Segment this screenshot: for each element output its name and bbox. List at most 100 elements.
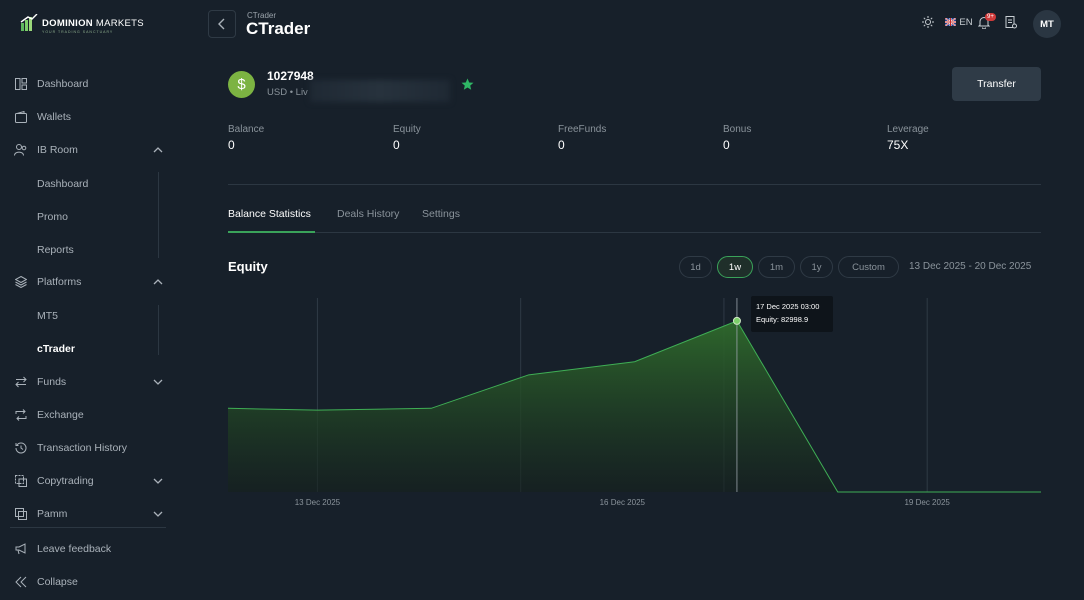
megaphone-icon: [14, 543, 27, 556]
chevron-down-icon[interactable]: [152, 475, 164, 487]
sidebar-item-wallets[interactable]: Wallets: [14, 107, 166, 127]
copytrading-icon: [14, 475, 27, 488]
sidebar-item-label: Wallets: [37, 111, 72, 123]
transfer-icon: [14, 376, 27, 389]
sidebar-item-pamm[interactable]: Pamm: [14, 504, 166, 524]
equity-area: [228, 320, 1041, 492]
stat-freefunds: FreeFunds 0: [558, 124, 606, 152]
chevron-left-icon: [218, 18, 225, 30]
stat-equity: Equity 0: [393, 124, 421, 152]
dashboard-icon: [14, 78, 27, 91]
redacted-area: [310, 80, 450, 102]
sidebar-item-transaction-history[interactable]: Transaction History: [14, 438, 166, 458]
users-icon: [14, 144, 27, 157]
history-icon: [14, 442, 27, 455]
logo-icon: [20, 14, 38, 31]
chevron-up-icon[interactable]: [152, 144, 164, 156]
stat-label: Leverage: [887, 124, 929, 135]
exchange-icon: [14, 409, 27, 422]
sidebar-item-label: Transaction History: [37, 442, 128, 454]
sidebar-item-exchange[interactable]: Exchange: [14, 405, 166, 425]
sidebar-subitem-mt5[interactable]: MT5: [37, 310, 58, 322]
period-custom-button[interactable]: Custom: [838, 256, 899, 278]
sidebar-item-label: IB Room: [37, 144, 78, 156]
sidebar-item-label: Copytrading: [37, 475, 94, 487]
tab-balance-statistics[interactable]: Balance Statistics: [228, 208, 311, 220]
back-button[interactable]: [208, 10, 236, 38]
stat-label: Balance: [228, 124, 265, 135]
tab-deals-history[interactable]: Deals History: [337, 208, 399, 220]
x-tick-label: 16 Dec 2025: [600, 498, 646, 507]
period-1d-button[interactable]: 1d: [679, 256, 712, 278]
stat-value: 0: [558, 138, 565, 152]
stat-balance: Balance 0: [228, 124, 264, 152]
equity-title: Equity: [228, 259, 268, 274]
sidebar-item-label: Platforms: [37, 276, 82, 288]
brand-name: DOMINION MARKETS: [42, 17, 144, 29]
tab-settings[interactable]: Settings: [422, 208, 460, 220]
pamm-icon: [14, 508, 27, 521]
sidebar-item-label: Collapse: [37, 576, 78, 588]
brand-tagline: YOUR TRADING SANCTUARY: [42, 30, 114, 34]
highlight-point: [732, 316, 741, 325]
uk-flag-icon: [945, 18, 957, 26]
document-icon: [1005, 15, 1017, 28]
star-icon[interactable]: [461, 78, 474, 91]
dollar-icon: $: [228, 71, 255, 98]
chevron-up-icon[interactable]: [152, 276, 164, 288]
sun-icon: [922, 16, 934, 28]
documents-button[interactable]: [1004, 15, 1018, 29]
period-1w-button[interactable]: 1w: [717, 256, 753, 278]
section-divider: [228, 184, 1041, 185]
sidebar-item-label: Funds: [37, 376, 67, 388]
period-1y-button[interactable]: 1y: [800, 256, 833, 278]
sidebar-subitem-ib-dashboard[interactable]: Dashboard: [37, 178, 88, 190]
theme-toggle-button[interactable]: [921, 15, 935, 29]
language-selector[interactable]: EN: [944, 15, 974, 29]
layers-icon: [14, 276, 27, 289]
date-range: 13 Dec 2025 - 20 Dec 2025: [909, 261, 1032, 272]
stat-value: 0: [228, 138, 235, 152]
sidebar-item-label: Exchange: [37, 409, 84, 421]
sidebar-item-dashboard[interactable]: Dashboard: [14, 74, 166, 94]
stat-value: 75X: [887, 138, 909, 152]
stat-label: FreeFunds: [558, 124, 607, 135]
active-tab-indicator: [228, 231, 315, 233]
stat-label: Bonus: [723, 124, 752, 135]
account-number: 1027948: [267, 69, 314, 83]
transfer-button[interactable]: Transfer: [952, 67, 1041, 101]
sidebar-item-label: Dashboard: [37, 78, 89, 90]
x-tick-label: 19 Dec 2025: [904, 498, 950, 507]
stat-leverage: Leverage 75X: [887, 124, 929, 152]
wallet-icon: [14, 111, 27, 124]
sidebar: DOMINION MARKETS YOUR TRADING SANCTUARY …: [0, 0, 180, 600]
sidebar-item-label: Leave feedback: [37, 543, 112, 555]
sidebar-subitem-reports[interactable]: Reports: [37, 244, 74, 256]
period-1m-button[interactable]: 1m: [758, 256, 795, 278]
sidebar-divider: [10, 527, 166, 528]
sidebar-item-leave-feedback[interactable]: Leave feedback: [14, 539, 166, 559]
sidebar-item-copytrading[interactable]: Copytrading: [14, 471, 166, 491]
sidebar-item-funds[interactable]: Funds: [14, 372, 166, 392]
sidebar-item-ib-room[interactable]: IB Room: [14, 140, 166, 160]
brand-logo[interactable]: DOMINION MARKETS YOUR TRADING SANCTUARY: [20, 14, 144, 34]
double-chevron-left-icon: [14, 576, 27, 589]
notification-badge: 9+: [985, 13, 996, 21]
tooltip-time: 17 Dec 2025 03:00: [756, 302, 820, 311]
account-subtitle: USD • Liv: [267, 87, 308, 98]
submenu-line: [158, 172, 159, 258]
x-tick-label: 13 Dec 2025: [295, 498, 341, 507]
equity-chart[interactable]: 13 Dec 2025 16 Dec 2025 19 Dec 2025: [228, 296, 1041, 516]
avatar[interactable]: MT: [1033, 10, 1061, 38]
chevron-down-icon[interactable]: [152, 508, 164, 520]
sidebar-collapse-button[interactable]: Collapse: [14, 572, 166, 592]
sidebar-subitem-ctrader[interactable]: cTrader: [37, 343, 75, 355]
stat-value: 0: [393, 138, 400, 152]
chevron-down-icon[interactable]: [152, 376, 164, 388]
tabs-baseline: [228, 232, 1041, 233]
sidebar-subitem-promo[interactable]: Promo: [37, 211, 68, 223]
sidebar-item-platforms[interactable]: Platforms: [14, 272, 166, 292]
tooltip-value: Equity: 82998.9: [756, 315, 809, 324]
page-title: CTrader: [246, 19, 311, 38]
language-label: EN: [959, 16, 973, 28]
